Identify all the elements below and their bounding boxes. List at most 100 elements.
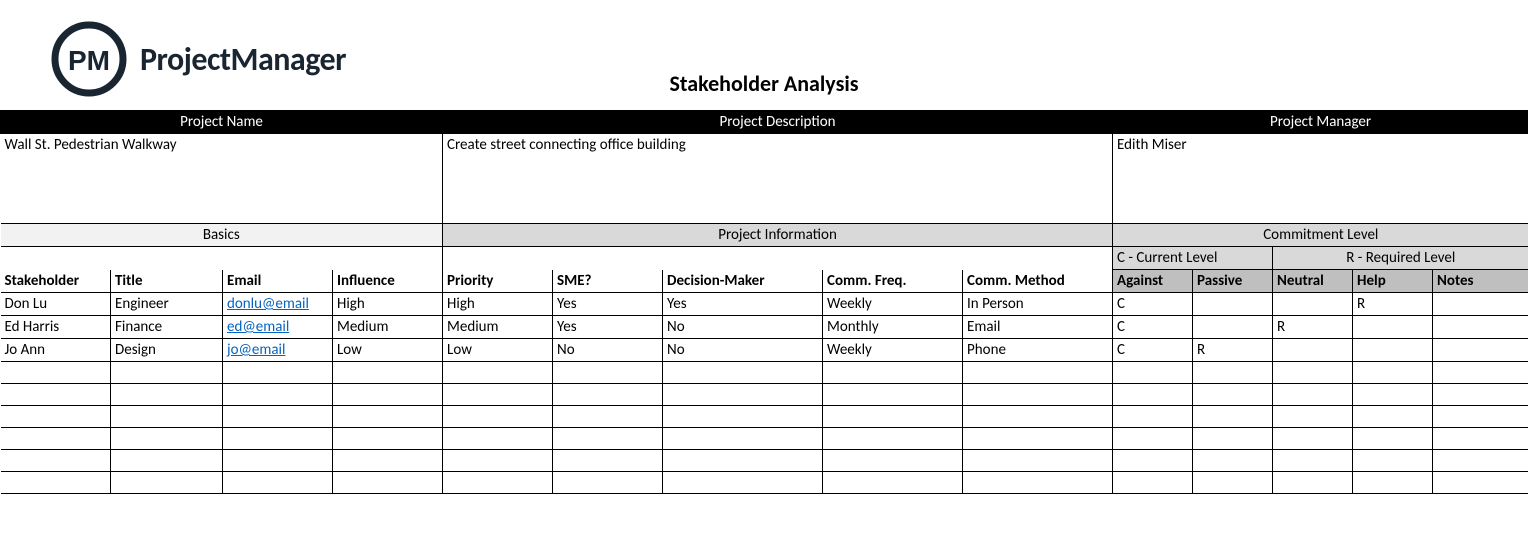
cell-title[interactable]: Design (111, 339, 223, 362)
cell-influence[interactable] (333, 472, 443, 494)
cell-sme[interactable] (553, 362, 663, 384)
cell-decision[interactable] (663, 428, 823, 450)
cell-priority[interactable] (443, 384, 553, 406)
cell-decision[interactable]: No (663, 316, 823, 339)
cell-influence[interactable] (333, 384, 443, 406)
email-link[interactable]: donlu@email (227, 295, 309, 313)
cell-title[interactable] (111, 384, 223, 406)
cell-sme[interactable] (553, 428, 663, 450)
cell-passive[interactable] (1193, 450, 1273, 472)
cell-email[interactable] (223, 406, 333, 428)
proj-mgr-value[interactable]: Edith Miser (1113, 134, 1528, 224)
cell-email[interactable] (223, 472, 333, 494)
email-link[interactable]: ed@email (227, 318, 289, 336)
cell-sme[interactable]: No (553, 339, 663, 362)
cell-title[interactable] (111, 428, 223, 450)
cell-neutral[interactable] (1273, 384, 1353, 406)
cell-help[interactable] (1353, 316, 1433, 339)
cell-title[interactable] (111, 472, 223, 494)
cell-notes[interactable] (1433, 384, 1528, 406)
proj-name-value[interactable]: Wall St. Pedestrian Walkway (1, 134, 443, 224)
cell-against[interactable] (1113, 406, 1193, 428)
cell-sme[interactable] (553, 406, 663, 428)
cell-against[interactable]: C (1113, 293, 1193, 316)
cell-method[interactable] (963, 362, 1113, 384)
cell-priority[interactable]: Low (443, 339, 553, 362)
cell-neutral[interactable] (1273, 406, 1353, 428)
cell-against[interactable] (1113, 384, 1193, 406)
cell-influence[interactable] (333, 362, 443, 384)
cell-decision[interactable]: No (663, 339, 823, 362)
cell-sme[interactable]: Yes (553, 293, 663, 316)
cell-freq[interactable] (823, 472, 963, 494)
cell-freq[interactable] (823, 406, 963, 428)
cell-stakeholder[interactable] (1, 406, 111, 428)
cell-freq[interactable] (823, 450, 963, 472)
cell-neutral[interactable] (1273, 362, 1353, 384)
cell-influence[interactable] (333, 428, 443, 450)
cell-help[interactable] (1353, 472, 1433, 494)
cell-freq[interactable]: Weekly (823, 339, 963, 362)
cell-passive[interactable]: R (1193, 339, 1273, 362)
email-link[interactable]: jo@email (227, 341, 285, 359)
cell-help[interactable]: R (1353, 293, 1433, 316)
cell-stakeholder[interactable]: Ed Harris (1, 316, 111, 339)
cell-freq[interactable]: Monthly (823, 316, 963, 339)
cell-against[interactable]: C (1113, 316, 1193, 339)
cell-stakeholder[interactable] (1, 450, 111, 472)
cell-email[interactable]: donlu@email (223, 293, 333, 316)
cell-neutral[interactable] (1273, 472, 1353, 494)
cell-passive[interactable] (1193, 406, 1273, 428)
cell-email[interactable] (223, 362, 333, 384)
cell-neutral[interactable] (1273, 339, 1353, 362)
cell-passive[interactable] (1193, 384, 1273, 406)
cell-priority[interactable]: High (443, 293, 553, 316)
cell-notes[interactable] (1433, 406, 1528, 428)
cell-sme[interactable] (553, 450, 663, 472)
cell-email[interactable] (223, 384, 333, 406)
cell-method[interactable]: In Person (963, 293, 1113, 316)
cell-decision[interactable] (663, 472, 823, 494)
cell-title[interactable]: Engineer (111, 293, 223, 316)
cell-influence[interactable]: Low (333, 339, 443, 362)
cell-influence[interactable] (333, 406, 443, 428)
cell-stakeholder[interactable] (1, 472, 111, 494)
cell-priority[interactable] (443, 472, 553, 494)
cell-freq[interactable]: Weekly (823, 293, 963, 316)
cell-priority[interactable] (443, 450, 553, 472)
cell-email[interactable] (223, 428, 333, 450)
cell-against[interactable] (1113, 472, 1193, 494)
cell-neutral[interactable] (1273, 293, 1353, 316)
cell-passive[interactable] (1193, 316, 1273, 339)
cell-stakeholder[interactable] (1, 384, 111, 406)
cell-decision[interactable] (663, 406, 823, 428)
cell-neutral[interactable]: R (1273, 316, 1353, 339)
cell-stakeholder[interactable]: Don Lu (1, 293, 111, 316)
cell-passive[interactable] (1193, 362, 1273, 384)
cell-notes[interactable] (1433, 316, 1528, 339)
cell-influence[interactable] (333, 450, 443, 472)
cell-method[interactable]: Email (963, 316, 1113, 339)
cell-email[interactable] (223, 450, 333, 472)
cell-help[interactable] (1353, 450, 1433, 472)
cell-notes[interactable] (1433, 362, 1528, 384)
cell-method[interactable] (963, 384, 1113, 406)
cell-decision[interactable] (663, 384, 823, 406)
cell-against[interactable] (1113, 428, 1193, 450)
cell-sme[interactable] (553, 472, 663, 494)
cell-notes[interactable] (1433, 293, 1528, 316)
cell-passive[interactable] (1193, 428, 1273, 450)
cell-freq[interactable] (823, 384, 963, 406)
cell-freq[interactable] (823, 428, 963, 450)
cell-title[interactable] (111, 450, 223, 472)
cell-against[interactable] (1113, 450, 1193, 472)
cell-help[interactable] (1353, 428, 1433, 450)
cell-help[interactable] (1353, 384, 1433, 406)
cell-method[interactable] (963, 472, 1113, 494)
cell-sme[interactable] (553, 384, 663, 406)
cell-stakeholder[interactable]: Jo Ann (1, 339, 111, 362)
cell-method[interactable]: Phone (963, 339, 1113, 362)
cell-title[interactable]: Finance (111, 316, 223, 339)
cell-sme[interactable]: Yes (553, 316, 663, 339)
cell-decision[interactable] (663, 362, 823, 384)
